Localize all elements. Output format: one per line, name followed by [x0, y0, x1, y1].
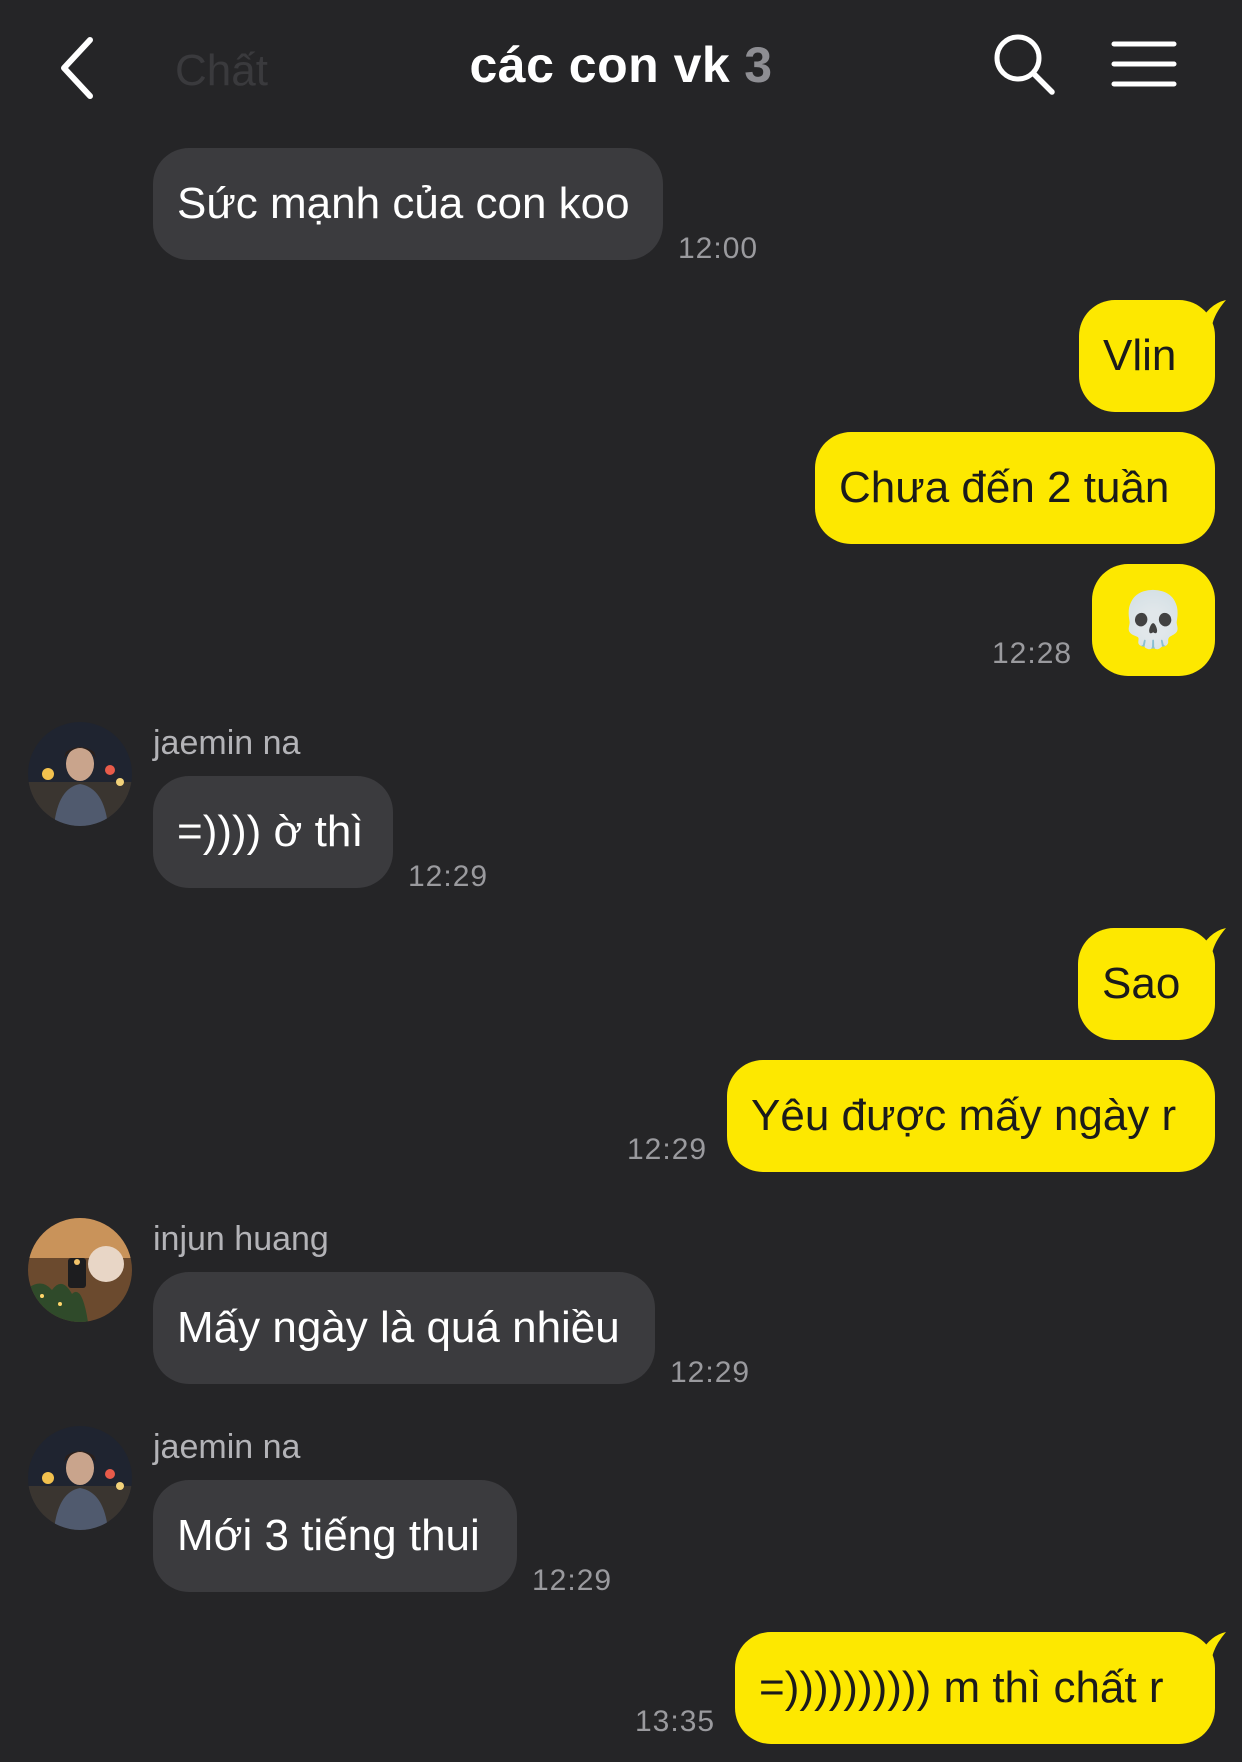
bubble-tail	[1198, 300, 1226, 326]
search-icon	[994, 34, 1055, 95]
message-time: 12:00	[678, 232, 759, 265]
message-time: 12:28	[992, 637, 1073, 670]
message-bubble[interactable]: Vlin	[1079, 300, 1215, 412]
avatar-photo	[28, 1426, 132, 1530]
message-bubble-emoji[interactable]: 💀	[1092, 564, 1215, 676]
message-bubble[interactable]: Sao	[1078, 928, 1215, 1040]
avatar[interactable]	[28, 1426, 132, 1530]
sender-name: injun huang	[153, 1220, 329, 1258]
message-bubble[interactable]: Mấy ngày là quá nhiều	[153, 1272, 655, 1384]
search-button[interactable]	[990, 30, 1060, 100]
bubble-tail	[1198, 1632, 1226, 1658]
message-time: 12:29	[408, 860, 489, 893]
message-bubble[interactable]: =)))))))))) m thì chất r	[735, 1632, 1215, 1744]
message-time: 12:29	[627, 1133, 708, 1166]
chat-name: các con vk	[469, 37, 731, 93]
hamburger-menu-icon	[1111, 41, 1177, 87]
message-time: 12:29	[670, 1356, 751, 1389]
avatar[interactable]	[28, 722, 132, 826]
menu-button[interactable]	[1110, 36, 1178, 92]
avatar-photo	[28, 1218, 132, 1322]
message-time: 13:35	[635, 1705, 716, 1738]
avatar[interactable]	[28, 1218, 132, 1322]
avatar-photo	[28, 722, 132, 826]
sender-name: jaemin na	[153, 724, 301, 762]
bubble-tail	[1198, 928, 1226, 954]
message-bubble[interactable]: Mới 3 tiếng thui	[153, 1480, 517, 1592]
member-count: 3	[744, 37, 773, 93]
sender-name: jaemin na	[153, 1428, 301, 1466]
message-bubble[interactable]: Sức mạnh của con koo	[153, 148, 663, 260]
chat-header: Chất các con vk 3	[0, 0, 1242, 140]
message-bubble[interactable]: Chưa đến 2 tuần	[815, 432, 1215, 544]
message-bubble[interactable]: Yêu được mấy ngày r	[727, 1060, 1215, 1172]
message-time: 12:29	[532, 1564, 613, 1597]
message-bubble[interactable]: =)))) ờ thì	[153, 776, 393, 888]
